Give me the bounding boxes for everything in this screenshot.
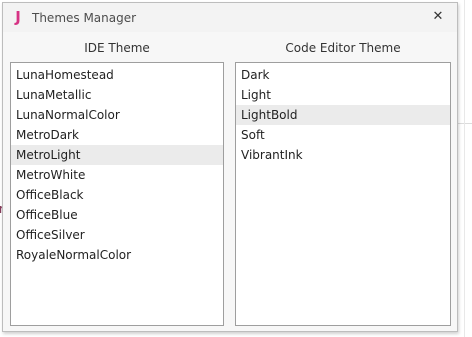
ide-theme-list-item[interactable]: RoyaleNormalColor [11,245,223,265]
close-button[interactable]: ✕ [429,8,447,26]
ide-theme-list-item[interactable]: LunaNormalColor [11,105,223,125]
code-editor-theme-list[interactable]: Dark Light LightBold Soft VibrantInk [235,62,451,326]
ide-theme-list-item[interactable]: OfficeBlue [11,205,223,225]
code-editor-theme-list-item[interactable]: Light [236,85,450,105]
code-editor-theme-list-item[interactable]: Dark [236,65,450,85]
background-edge [464,0,465,337]
themes-manager-dialog: J Themes Manager ✕ IDE Theme Code Editor… [2,2,458,332]
ide-theme-header: IDE Theme [84,41,150,55]
code-editor-theme-header: Code Editor Theme [285,41,401,55]
window-title: Themes Manager [32,11,137,25]
ide-theme-list[interactable]: LunaHomestead LunaMetallic LunaNormalColor… [10,62,224,326]
ide-theme-list-item[interactable]: OfficeSilver [11,225,223,245]
ide-theme-list-item[interactable]: LunaHomestead [11,65,223,85]
ide-theme-list-item[interactable]: LunaMetallic [11,85,223,105]
title-bar[interactable]: J Themes Manager ✕ [3,3,457,32]
ide-theme-list-item[interactable]: OfficeBlack [11,185,223,205]
close-icon: ✕ [432,9,444,24]
app-logo-icon: J [15,8,21,26]
code-editor-theme-list-item[interactable]: VibrantInk [236,145,450,165]
code-editor-theme-list-item[interactable]: Soft [236,125,450,145]
ide-theme-list-item[interactable]: MetroDark [11,125,223,145]
ide-theme-list-item[interactable]: MetroLight [11,145,223,165]
code-editor-theme-list-item[interactable]: LightBold [236,105,450,125]
ide-theme-list-item[interactable]: MetroWhite [11,165,223,185]
